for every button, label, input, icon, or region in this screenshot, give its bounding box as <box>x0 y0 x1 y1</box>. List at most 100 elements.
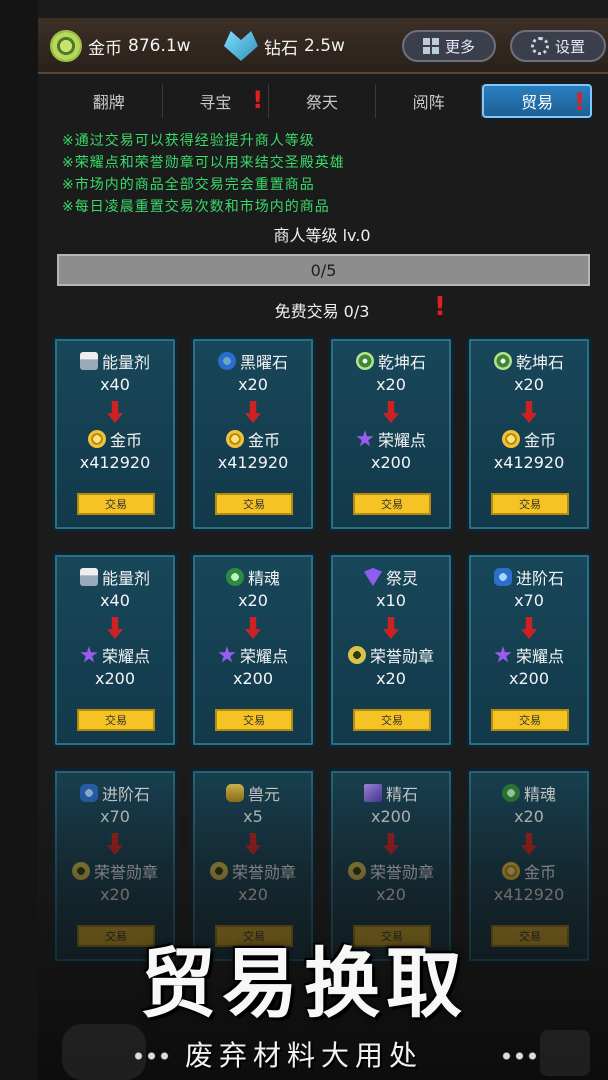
give-item-qty: x70 <box>55 807 175 826</box>
arrow-down-icon <box>521 617 537 639</box>
honor-medal-icon <box>347 862 366 880</box>
tab-label: 寻宝 <box>199 93 232 112</box>
diamond-icon <box>224 31 258 61</box>
trade-button[interactable]: 交易 <box>491 709 569 731</box>
tab-1[interactable]: 寻宝! <box>163 84 270 118</box>
trade-button[interactable]: 交易 <box>215 493 293 515</box>
give-item-name-text: 祭灵 <box>385 569 418 588</box>
gold-coin-icon <box>50 30 82 62</box>
diamond-value: 2.5w <box>304 36 345 56</box>
settings-button[interactable]: 设置 <box>510 30 606 62</box>
promo-subline: 废弃材料大用处 <box>184 1039 423 1072</box>
obsidian-icon <box>217 352 236 370</box>
arrow-down-icon <box>245 401 261 423</box>
more-label: 更多 <box>444 37 475 56</box>
exchange-arrow-row <box>193 401 313 423</box>
give-item-qty-text: x70 <box>100 807 130 826</box>
get-item-qty: x20 <box>193 885 313 904</box>
tab-3[interactable]: 阅阵 <box>376 84 483 118</box>
get-item-name: 荣耀点 <box>469 643 589 667</box>
diamond-resource: 钻石 2.5w <box>224 30 345 62</box>
give-item-name: 进阶石 <box>469 565 589 589</box>
tab-label: 阅阵 <box>412 93 445 112</box>
give-item-qty-text: x20 <box>514 375 544 394</box>
note-line: ※通过交易可以获得经验提升商人等级 <box>62 133 315 149</box>
tab-2[interactable]: 祭天 <box>269 84 376 118</box>
trade-notes: ※通过交易可以获得经验提升商人等级 ※荣耀点和荣誉勋章可以用来结交圣殿英雄 ※市场内… <box>62 130 345 218</box>
get-item-qty-text: x412920 <box>493 885 565 904</box>
get-item-name-text: 荣誉勋章 <box>369 863 434 882</box>
get-item-name-text: 荣誉勋章 <box>231 863 296 882</box>
get-item-qty: x412920 <box>469 453 589 472</box>
more-button[interactable]: 更多 <box>402 30 496 62</box>
give-item-name: 能量剂 <box>55 565 175 589</box>
get-item-qty: x412920 <box>469 885 589 904</box>
exchange-arrow-row <box>55 401 175 423</box>
arrow-down-icon <box>383 401 399 423</box>
arrow-down-icon <box>107 401 123 423</box>
give-item-qty: x5 <box>193 807 313 826</box>
get-item-name-text: 荣耀点 <box>239 647 288 666</box>
get-item-qty-text: x20 <box>376 885 406 904</box>
tab-0[interactable]: 翻牌 <box>56 84 163 118</box>
trade-button[interactable]: 交易 <box>77 493 155 515</box>
give-item-name-text: 乾坤石 <box>515 353 564 372</box>
give-item-qty-text: x20 <box>238 591 268 610</box>
alert-icon: ! <box>252 86 264 114</box>
tab-label: 贸易 <box>521 93 554 112</box>
arrow-down-icon <box>245 833 261 855</box>
note-line: ※每日凌晨重置交易次数和市场内的商品 <box>62 199 330 215</box>
get-item-name: 荣誉勋章 <box>193 859 313 883</box>
soul-icon <box>225 568 244 586</box>
trade-button[interactable]: 交易 <box>215 709 293 731</box>
exchange-arrow-row <box>55 617 175 639</box>
get-item-qty-text: x200 <box>370 453 411 472</box>
get-item-name: 金币 <box>469 859 589 883</box>
give-item-qty: x20 <box>193 591 313 610</box>
glory-star-icon <box>356 430 374 447</box>
trade-button[interactable]: 交易 <box>353 709 431 731</box>
get-item-name-text: 荣耀点 <box>515 647 564 666</box>
get-item-qty-text: x412920 <box>217 453 289 472</box>
honor-medal-icon <box>71 862 90 880</box>
tab-label: 翻牌 <box>92 93 125 112</box>
trade-card: 精魂 x20 荣耀点 x200 交易 <box>190 552 316 748</box>
get-item-qty: x200 <box>55 669 175 688</box>
give-item-qty: x40 <box>55 375 175 394</box>
exchange-arrow-row <box>331 833 451 855</box>
give-item-qty-text: x200 <box>370 807 411 826</box>
get-item-qty-text: x200 <box>232 669 273 688</box>
exchange-arrow-row <box>55 833 175 855</box>
get-item-qty: x412920 <box>193 453 313 472</box>
arrow-down-icon <box>383 617 399 639</box>
give-item-qty-text: x10 <box>376 591 406 610</box>
diamond-label: 钻石 <box>264 38 298 59</box>
give-item-qty-text: x20 <box>514 807 544 826</box>
give-item-qty: x40 <box>55 591 175 610</box>
give-item-name-text: 兽元 <box>247 785 280 804</box>
exchange-arrow-row <box>193 617 313 639</box>
tab-bar: 翻牌 寻宝! 祭天 阅阵 贸易! <box>56 82 592 120</box>
tab-4[interactable]: 贸易! <box>482 84 592 118</box>
give-item-name: 乾坤石 <box>469 349 589 373</box>
free-trade-count: 免费交易 0/3 <box>274 302 370 321</box>
soul-icon <box>501 784 520 802</box>
get-item-qty: x200 <box>193 669 313 688</box>
get-item-qty: x20 <box>55 885 175 904</box>
trade-card: 黑曜石 x20 金币 x412920 交易 <box>190 336 316 532</box>
give-item-qty: x20 <box>331 375 451 394</box>
gold-coin-icon <box>501 430 520 448</box>
get-item-name-text: 荣耀点 <box>101 647 150 666</box>
get-item-qty: x200 <box>331 453 451 472</box>
trade-button[interactable]: 交易 <box>353 493 431 515</box>
give-item-qty: x20 <box>469 375 589 394</box>
trade-button[interactable]: 交易 <box>77 709 155 731</box>
trade-card: 乾坤石 x20 金币 x412920 交易 <box>466 336 592 532</box>
trade-button[interactable]: 交易 <box>491 493 569 515</box>
glory-star-icon <box>494 646 512 663</box>
sacrifice-spirit-icon <box>363 568 382 586</box>
glory-star-icon <box>80 646 98 663</box>
note-line: ※荣耀点和荣誉勋章可以用来结交圣殿英雄 <box>62 155 345 171</box>
get-item-name-text: 荣誉勋章 <box>369 647 434 666</box>
get-item-qty-text: x412920 <box>79 453 151 472</box>
